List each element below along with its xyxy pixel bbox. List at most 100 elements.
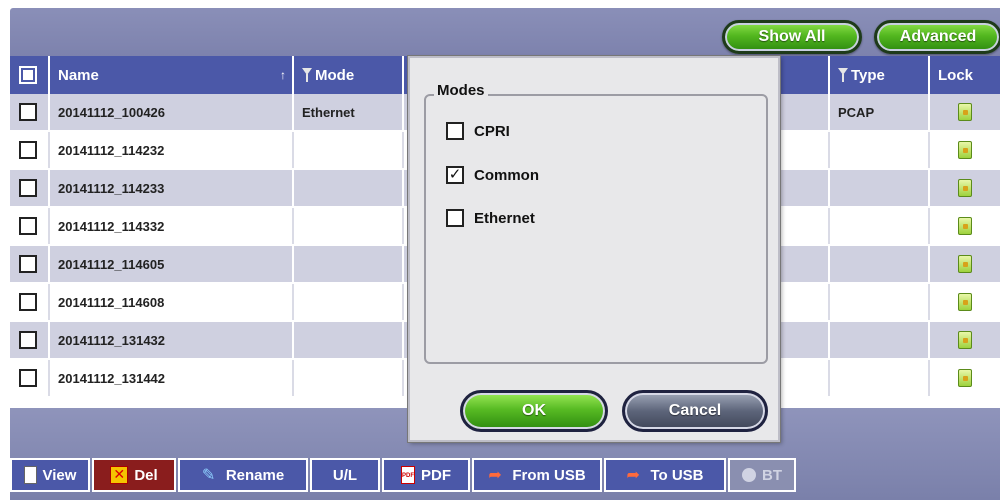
row-select-cell [10, 322, 50, 358]
cell-name: 20141112_100426 [50, 94, 294, 130]
lock-icon[interactable] [958, 179, 972, 197]
column-header-type-label: Type [851, 66, 885, 84]
row-checkbox[interactable] [19, 141, 37, 159]
cell-mode [294, 132, 404, 168]
row-select-cell [10, 284, 50, 320]
lock-cell [930, 360, 1000, 396]
sort-ascending-icon: ↑ [280, 68, 286, 82]
common-label: Common [474, 166, 539, 184]
column-header-lock-label: Lock [938, 66, 974, 84]
show-all-button[interactable]: Show All [722, 20, 862, 54]
cell-name: 20141112_114232 [50, 132, 294, 168]
lock-icon[interactable] [958, 141, 972, 159]
lock-icon[interactable] [958, 331, 972, 349]
cell-mode [294, 284, 404, 320]
cell-name: 20141112_114605 [50, 246, 294, 282]
ethernet-label: Ethernet [474, 209, 535, 227]
cpri-label: CPRI [474, 122, 510, 140]
filter-icon [838, 68, 848, 82]
row-checkbox[interactable] [19, 179, 37, 197]
lock-icon[interactable] [958, 255, 972, 273]
row-checkbox[interactable] [19, 103, 37, 121]
upload-button[interactable]: U/L [310, 458, 380, 492]
row-checkbox[interactable] [19, 293, 37, 311]
cell-mode [294, 322, 404, 358]
lock-icon[interactable] [958, 369, 972, 387]
from-usb-button-label: From USB [512, 466, 586, 484]
row-select-cell [10, 208, 50, 244]
select-all-header [10, 56, 50, 94]
rename-button[interactable]: ✎ Rename [178, 458, 308, 492]
column-header-name[interactable]: Name ↑ [50, 56, 294, 94]
option-ethernet[interactable]: Ethernet [446, 207, 535, 229]
cell-type [830, 284, 930, 320]
cell-name: 20141112_131442 [50, 360, 294, 396]
lock-cell [930, 322, 1000, 358]
delete-button[interactable]: Del [92, 458, 176, 492]
cell-type [830, 170, 930, 206]
lock-cell [930, 132, 1000, 168]
pdf-button[interactable]: PDF PDF [382, 458, 470, 492]
modes-filter-dialog: Modes CPRI ✓ Common Ethernet OK Cancel [408, 56, 780, 442]
advanced-button[interactable]: Advanced [874, 20, 1000, 54]
column-header-mode-label: Mode [315, 66, 355, 84]
cell-type: PCAP [830, 94, 930, 130]
lock-icon[interactable] [958, 293, 972, 311]
column-header-lock[interactable]: Lock [930, 56, 1000, 94]
column-header-mode[interactable]: Mode [294, 56, 404, 94]
row-checkbox[interactable] [19, 369, 37, 387]
row-checkbox[interactable] [19, 255, 37, 273]
row-checkbox[interactable] [19, 331, 37, 349]
ethernet-checkbox[interactable] [446, 209, 464, 227]
to-usb-button[interactable]: ➦ To USB [604, 458, 726, 492]
lock-cell [930, 208, 1000, 244]
rename-button-label: Rename [225, 466, 285, 484]
to-usb-button-label: To USB [650, 466, 704, 484]
top-bar: Show All Advanced [10, 8, 1000, 56]
select-all-checkbox[interactable] [19, 66, 37, 84]
from-usb-button[interactable]: ➦ From USB [472, 458, 602, 492]
column-header-type[interactable]: Type [830, 56, 930, 94]
modes-group-label: Modes [434, 82, 488, 99]
filter-icon [302, 68, 312, 82]
row-select-cell [10, 94, 50, 130]
cell-type [830, 132, 930, 168]
upload-button-label: U/L [332, 466, 358, 484]
cancel-button[interactable]: Cancel [622, 390, 768, 432]
delete-icon [110, 466, 129, 484]
cell-type [830, 322, 930, 358]
lock-icon[interactable] [958, 217, 972, 235]
cell-name: 20141112_114233 [50, 170, 294, 206]
usb-export-icon: ➦ [626, 467, 640, 484]
bluetooth-icon [742, 468, 756, 482]
row-select-cell [10, 246, 50, 282]
cell-mode [294, 170, 404, 206]
cell-name: 20141112_114332 [50, 208, 294, 244]
view-button-label: View [42, 466, 77, 484]
cell-mode [294, 246, 404, 282]
option-common[interactable]: ✓ Common [446, 164, 539, 186]
cpri-checkbox[interactable] [446, 122, 464, 140]
cell-mode [294, 360, 404, 396]
pencil-icon: ✎ [201, 467, 216, 484]
cell-type [830, 360, 930, 396]
view-button[interactable]: View [10, 458, 90, 492]
lock-icon[interactable] [958, 103, 972, 121]
modes-group: Modes CPRI ✓ Common Ethernet [424, 82, 768, 364]
bluetooth-button[interactable]: BT [728, 458, 796, 492]
document-icon [23, 466, 37, 484]
lock-cell [930, 94, 1000, 130]
cell-mode [294, 208, 404, 244]
row-select-cell [10, 170, 50, 206]
option-cpri[interactable]: CPRI [446, 120, 510, 142]
ok-button[interactable]: OK [460, 390, 608, 432]
common-checkbox[interactable]: ✓ [446, 166, 464, 184]
row-checkbox[interactable] [19, 217, 37, 235]
lock-cell [930, 170, 1000, 206]
lock-cell [930, 284, 1000, 320]
row-select-cell [10, 132, 50, 168]
cell-mode: Ethernet [294, 94, 404, 130]
delete-button-label: Del [134, 466, 158, 484]
file-manager-screen: Show All Advanced Name ↑ Mode Type Lock [0, 0, 1000, 500]
pdf-icon: PDF [401, 466, 415, 484]
